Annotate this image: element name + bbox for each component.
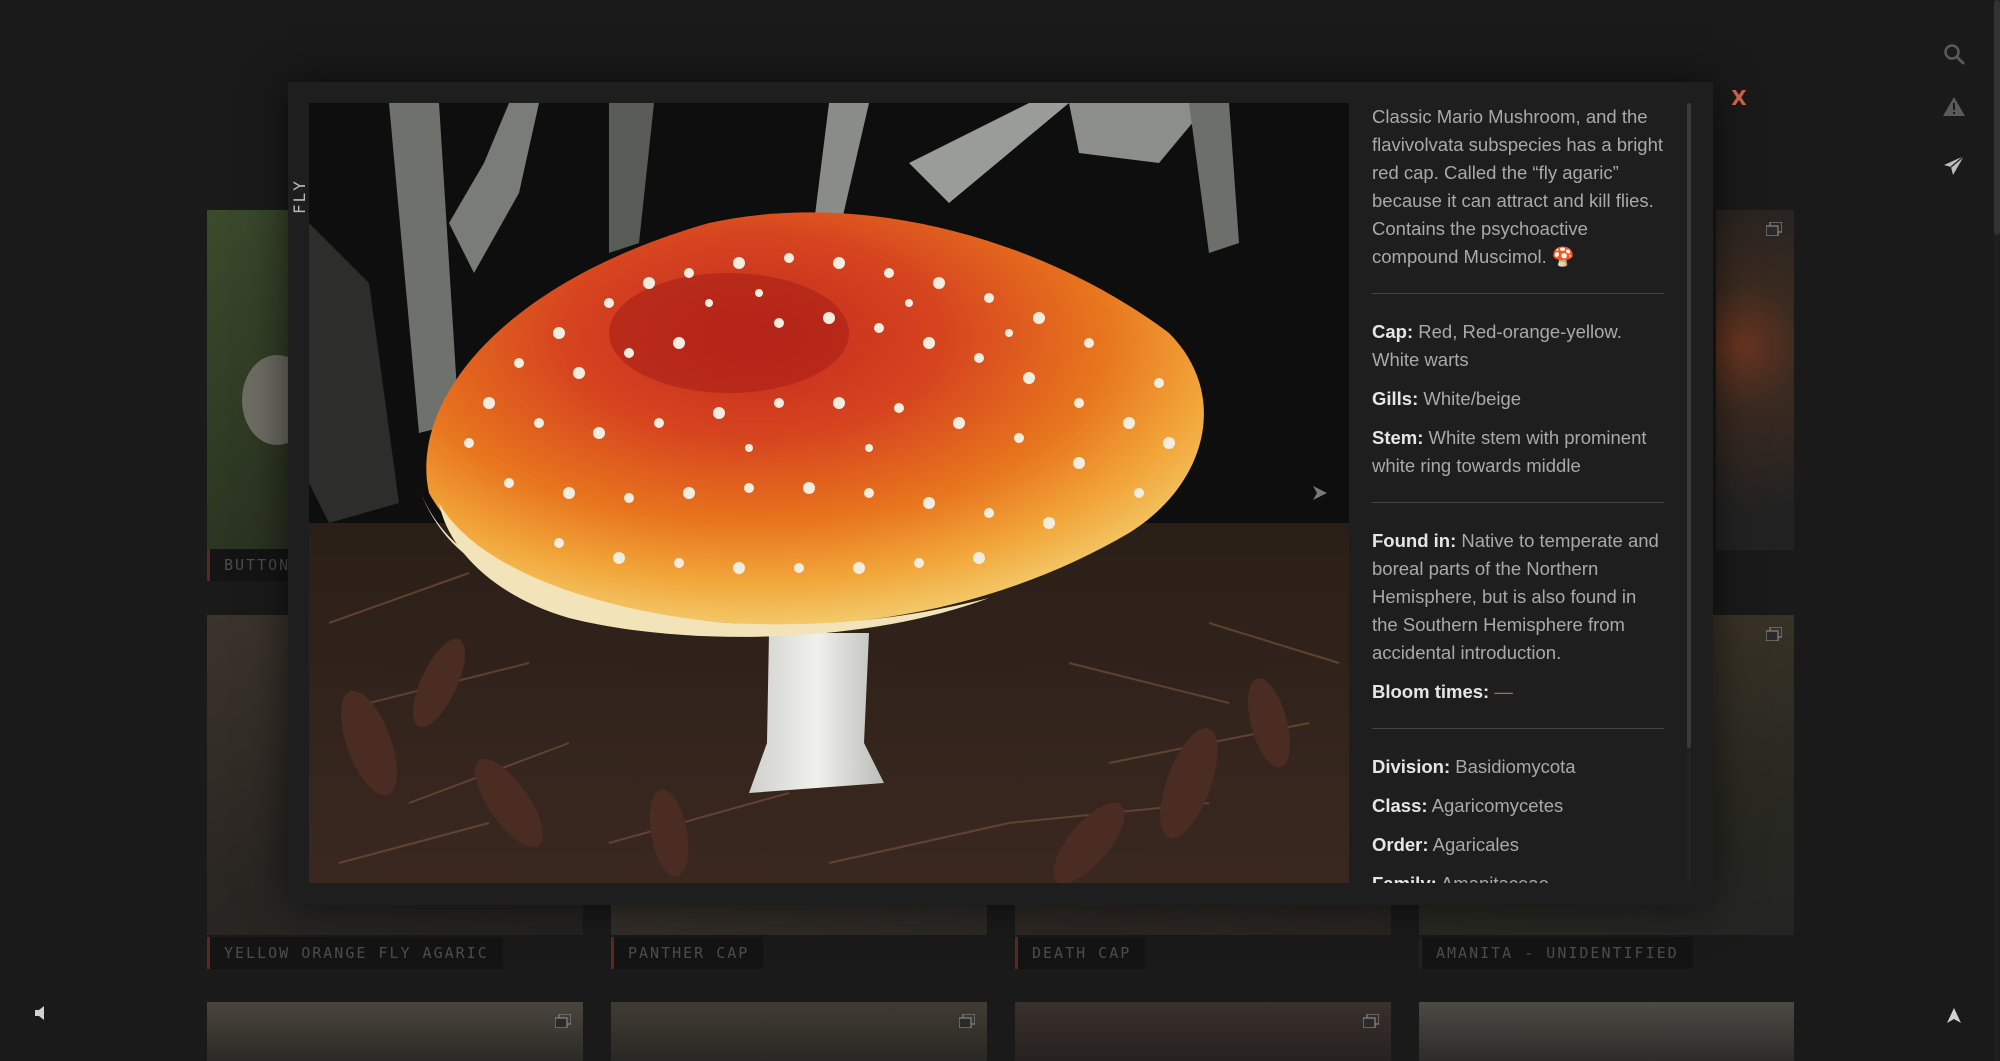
habitat-label: Found in: — [1372, 530, 1457, 551]
taxonomy-label: Division: — [1372, 756, 1451, 777]
info-panel: Classic Mario Mushroom, and the flavivol… — [1372, 103, 1667, 883]
trait-gills: Gills: White/beige — [1372, 385, 1667, 413]
bloom-value: — — [1494, 681, 1513, 702]
gallery-tile-row3-2[interactable] — [611, 1002, 987, 1061]
gallery-tile-row3-4[interactable] — [1419, 1002, 1794, 1061]
taxonomy-label: Class: — [1372, 795, 1428, 816]
trait-value: White/beige — [1423, 388, 1522, 409]
gallery-label-amanita[interactable]: AMANITA - UNIDENTIFIED — [1419, 937, 1693, 969]
taxonomy-label: Order: — [1372, 834, 1429, 855]
tile-image — [611, 1002, 987, 1061]
stack-icon — [1766, 222, 1782, 236]
divider — [1372, 728, 1664, 729]
divider — [1372, 293, 1664, 294]
gallery-tile-row3-3[interactable] — [1015, 1002, 1391, 1061]
habitat: Found in: Native to temperate and boreal… — [1372, 527, 1667, 667]
next-arrow-icon[interactable] — [1311, 484, 1329, 502]
gallery-label-death[interactable]: DEATH CAP — [1015, 937, 1146, 969]
stack-icon — [1363, 1014, 1379, 1028]
mushroom-photo — [309, 103, 1349, 883]
send-icon[interactable] — [1942, 154, 1966, 178]
bloom-times: Bloom times: — — [1372, 678, 1667, 706]
stack-icon — [1766, 627, 1782, 641]
taxonomy-value: Agaricales — [1432, 834, 1520, 855]
trait-label: Gills: — [1372, 388, 1419, 409]
stack-icon — [959, 1014, 975, 1028]
search-icon[interactable] — [1942, 42, 1966, 66]
warning-icon[interactable] — [1942, 95, 1966, 119]
tile-image — [1419, 1002, 1794, 1061]
taxonomy-division: Division: Basidiomycota — [1372, 753, 1667, 781]
gallery-tile-row3-1[interactable] — [207, 1002, 583, 1061]
bloom-label: Bloom times: — [1372, 681, 1490, 702]
info-scrollbar-thumb[interactable] — [1687, 103, 1691, 748]
gallery-label-yellow-orange[interactable]: YELLOW ORANGE FLY AGARIC — [207, 937, 503, 969]
trait-label: Stem: — [1372, 427, 1424, 448]
page-scrollbar[interactable] — [1994, 0, 2000, 1061]
trait-label: Cap: — [1372, 321, 1414, 342]
taxonomy-value: Basidiomycota — [1455, 756, 1576, 777]
description-text: Classic Mario Mushroom, and the flavivol… — [1372, 106, 1664, 267]
trait-stem: Stem: White stem with prominent white ri… — [1372, 424, 1667, 480]
gallery-label-panther[interactable]: PANTHER CAP — [611, 937, 764, 969]
close-button[interactable]: X — [1727, 84, 1751, 112]
modal-title: FLY AGARIC — [290, 144, 328, 214]
taxonomy-family: Family: Amanitaceae — [1372, 870, 1667, 883]
page-scrollbar-thumb[interactable] — [1994, 0, 2000, 235]
speaker-icon[interactable] — [32, 1003, 52, 1023]
trait-cap: Cap: Red, Red-orange-yellow. White warts — [1372, 318, 1667, 374]
taxonomy-value: Amanitaceae — [1441, 873, 1549, 883]
taxonomy-class: Class: Agaricomycetes — [1372, 792, 1667, 820]
fly-agaric-illustration — [309, 103, 1349, 883]
arrow-up-icon[interactable] — [1944, 1006, 1964, 1026]
divider — [1372, 502, 1664, 503]
taxonomy-label: Family: — [1372, 873, 1437, 883]
tile-image — [1716, 210, 1794, 550]
taxonomy-order: Order: Agaricales — [1372, 831, 1667, 859]
stack-icon — [555, 1014, 571, 1028]
gallery-tile-top-right[interactable] — [1716, 210, 1794, 550]
tile-image — [1015, 1002, 1391, 1061]
tile-image — [207, 1002, 583, 1061]
info-scrollbar[interactable] — [1687, 103, 1691, 883]
taxonomy-value: Agaricomycetes — [1431, 795, 1564, 816]
